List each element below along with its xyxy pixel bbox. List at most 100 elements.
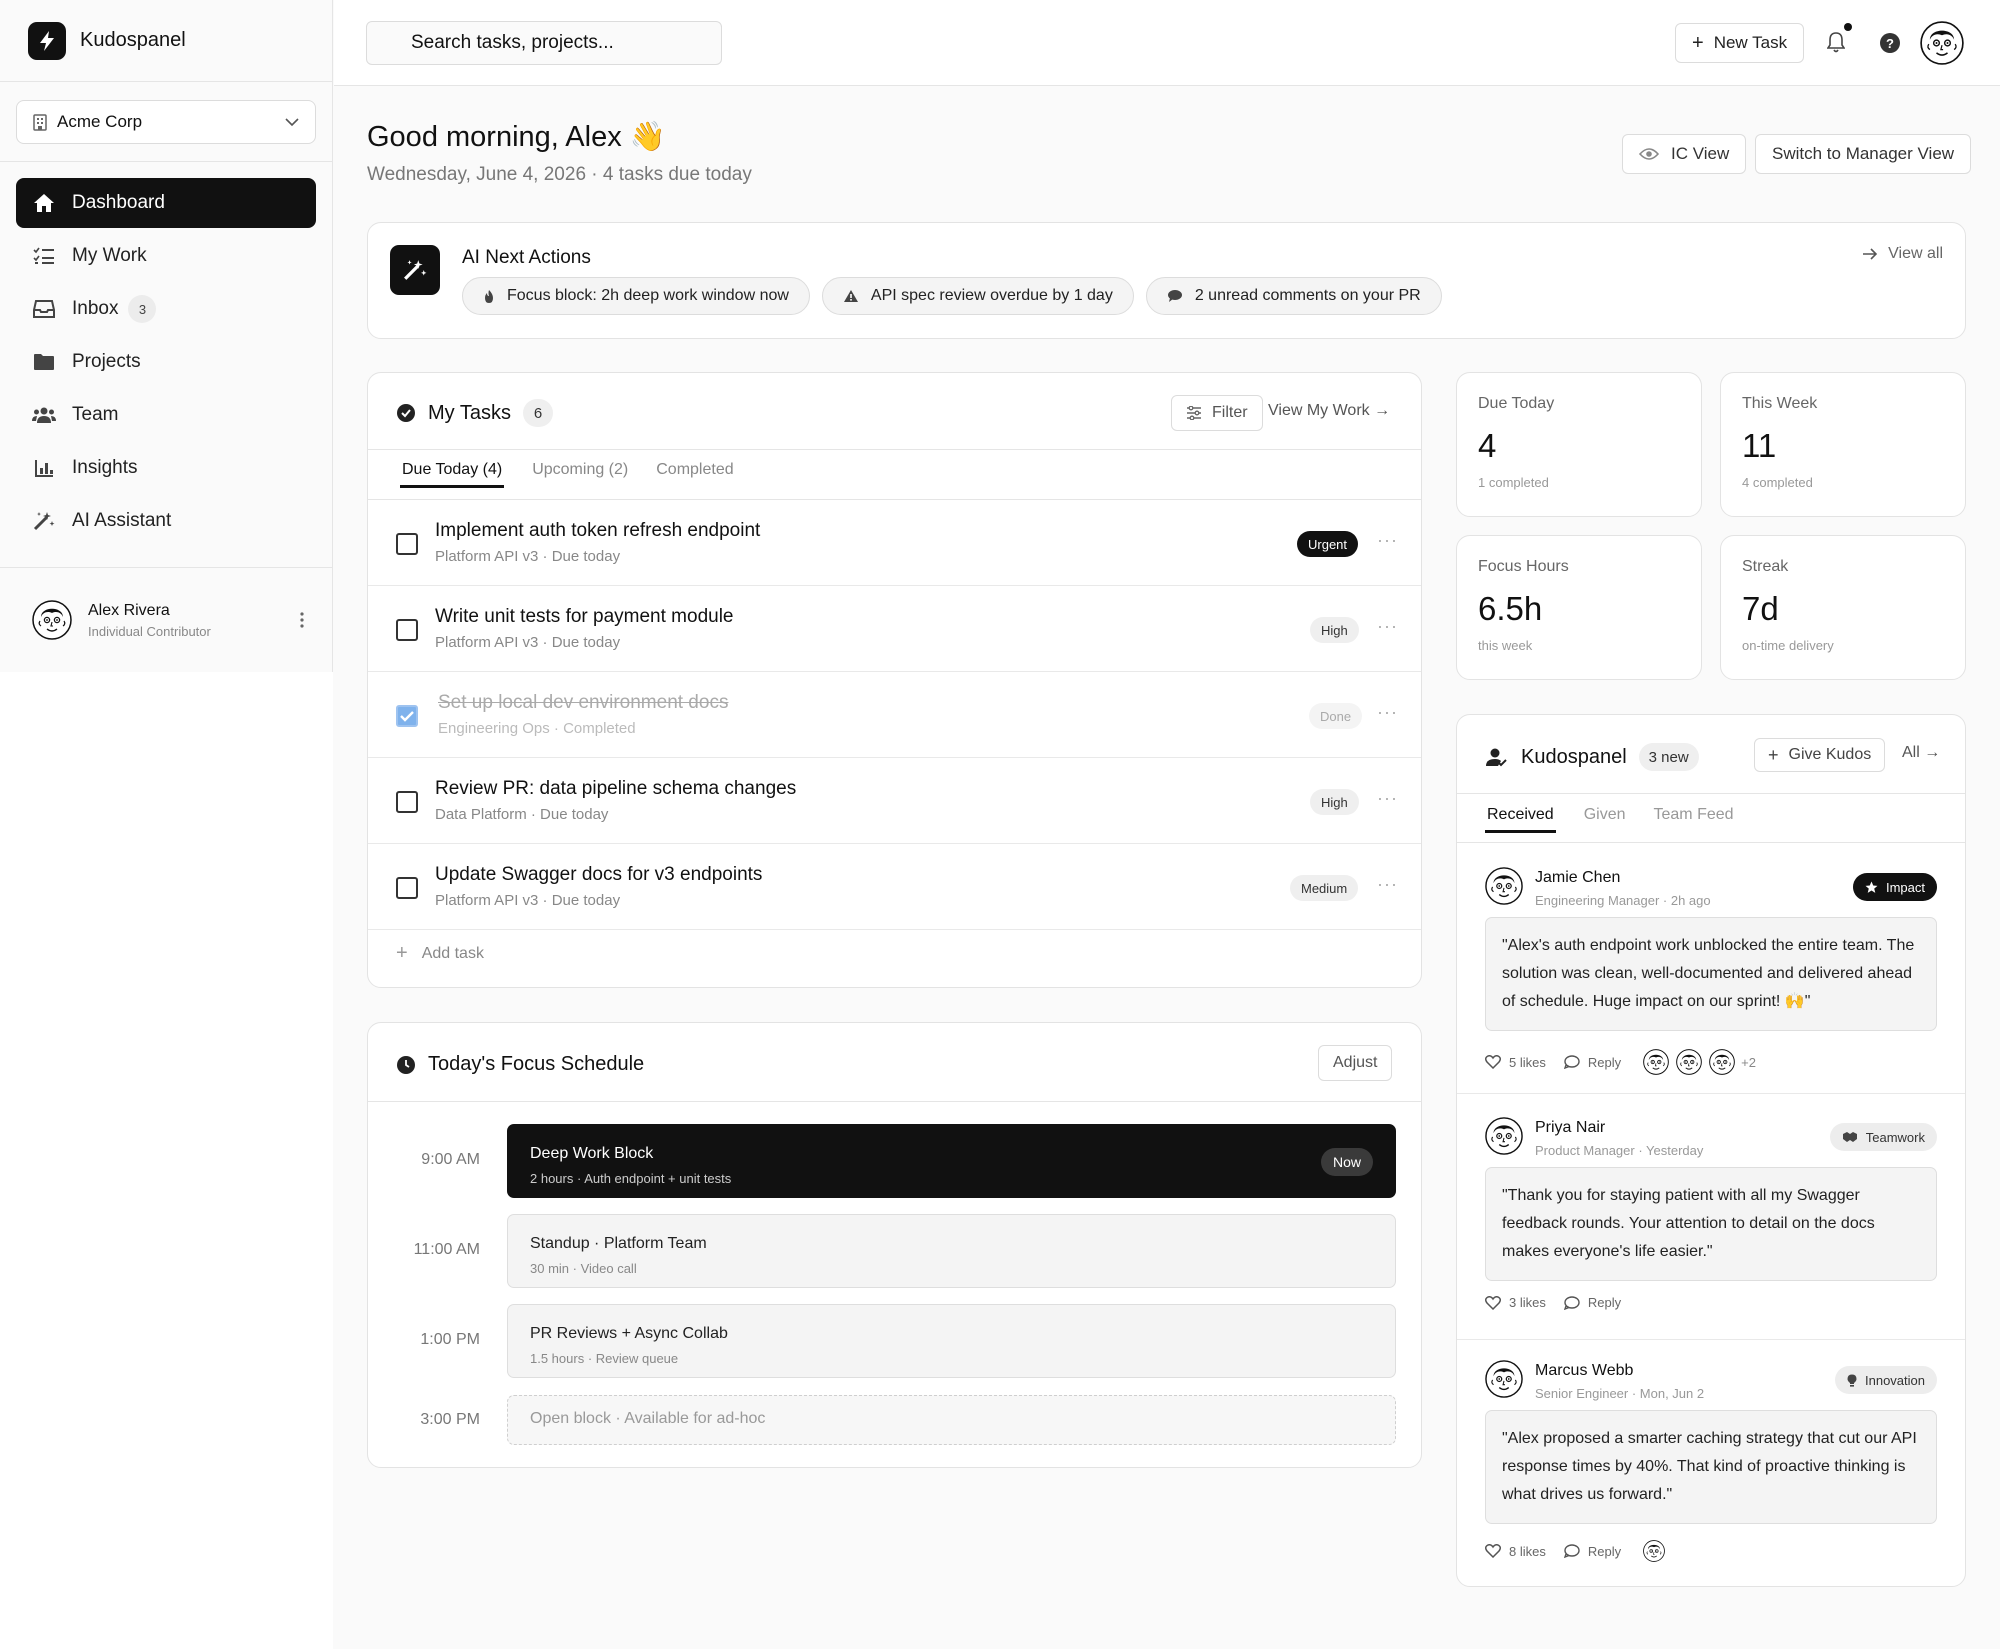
kebab-menu-icon[interactable]	[300, 612, 304, 628]
inbox-count-badge: 3	[128, 295, 157, 323]
more-likers: +2	[1741, 1054, 1756, 1070]
adjust-button[interactable]: Adjust	[1318, 1045, 1393, 1081]
kudos-all-link[interactable]: All →	[1902, 744, 1940, 762]
give-kudos-button[interactable]: + Give Kudos	[1754, 738, 1886, 772]
liker-avatar	[1643, 1540, 1665, 1562]
slot-time: 9:00 AM	[421, 1151, 480, 1168]
stat-label: Focus Hours	[1478, 558, 1569, 575]
nav-item-projects[interactable]: Projects	[16, 337, 316, 387]
tab-given[interactable]: Given	[1584, 806, 1626, 833]
sender-name: Priya Nair	[1535, 1119, 1606, 1136]
view-my-work-link[interactable]: View My Work →	[1268, 402, 1390, 420]
reply-icon[interactable]	[1563, 1295, 1580, 1310]
tab-upcoming[interactable]: Upcoming (2)	[532, 461, 628, 488]
reply-label[interactable]: Reply	[1588, 1544, 1621, 1559]
add-task-button[interactable]: + Add task	[396, 942, 484, 965]
nav-item-ai-assistant[interactable]: AI Assistant	[16, 496, 316, 546]
nav-item-team[interactable]: Team	[16, 390, 316, 440]
slot-time: 11:00 AM	[413, 1241, 480, 1258]
nav-item-my-work[interactable]: My Work	[16, 231, 316, 281]
stat-label: Streak	[1742, 558, 1789, 575]
nav-label: My Work	[72, 245, 147, 266]
user-avatar	[32, 600, 72, 640]
priority-badge: High	[1310, 617, 1359, 643]
plus-icon: +	[1692, 31, 1704, 54]
brand[interactable]: Kudospanel	[0, 0, 332, 82]
workspace-select[interactable]: Acme Corp	[16, 100, 316, 144]
ic-view-label: IC View	[1671, 144, 1730, 163]
users-icon	[32, 406, 56, 424]
heart-icon[interactable]	[1485, 1544, 1501, 1558]
task-title: Update Swagger docs for v3 endpoints	[435, 864, 763, 885]
tab-due-today[interactable]: Due Today (4)	[400, 461, 505, 488]
schedule-block-now[interactable]: Deep Work Block 2 hours · Auth endpoint …	[507, 1124, 1396, 1198]
nav-item-insights[interactable]: Insights	[16, 443, 316, 493]
more-options-icon[interactable]: ···	[1377, 702, 1398, 723]
ai-chip-overdue[interactable]: API spec review overdue by 1 day	[821, 277, 1134, 315]
stat-this-week: This Week 11 4 completed	[1720, 372, 1966, 517]
ai-chip-comments[interactable]: 2 unread comments on your PR	[1145, 277, 1442, 315]
task-row[interactable]: Update Swagger docs for v3 endpoints Pla…	[368, 844, 1421, 930]
task-meta: Platform API v3 · Due today	[435, 892, 621, 909]
schedule-open-block[interactable]: Open block · Available for ad-hoc	[507, 1395, 1396, 1445]
ai-chip-focus-block[interactable]: Focus block: 2h deep work window now	[462, 277, 810, 315]
task-row[interactable]: Set up local dev environment docs Engine…	[368, 672, 1421, 758]
ai-view-all-link[interactable]: View all	[1862, 245, 1943, 263]
task-checkbox[interactable]	[396, 877, 418, 899]
stat-label: This Week	[1742, 395, 1818, 412]
stat-sub: 1 completed	[1478, 475, 1549, 490]
plus-icon: +	[396, 942, 408, 964]
stat-due-today: Due Today 4 1 completed	[1456, 372, 1702, 517]
task-checkbox[interactable]	[396, 619, 418, 641]
search-input[interactable]: Search tasks, projects...	[366, 21, 722, 65]
more-options-icon[interactable]: ···	[1377, 530, 1398, 551]
priority-badge: High	[1310, 789, 1359, 815]
bell-icon[interactable]	[1826, 31, 1846, 58]
reply-label[interactable]: Reply	[1588, 1295, 1621, 1310]
nav-label: Dashboard	[72, 192, 165, 213]
top-avatar[interactable]	[1920, 21, 1964, 65]
task-row[interactable]: Review PR: data pipeline schema changes …	[368, 758, 1421, 844]
nav-label: Inbox	[72, 298, 119, 319]
task-row[interactable]: Implement auth token refresh endpoint Pl…	[368, 500, 1421, 586]
sender-avatar	[1485, 1117, 1523, 1155]
task-row[interactable]: Write unit tests for payment module Plat…	[368, 586, 1421, 672]
ai-next-actions-card: AI Next Actions View all Focus block: 2h…	[367, 222, 1966, 339]
schedule-block[interactable]: PR Reviews + Async Collab 1.5 hours · Re…	[507, 1304, 1396, 1378]
priority-badge: Urgent	[1297, 531, 1359, 557]
help-icon[interactable]: ?	[1880, 33, 1900, 53]
heart-icon[interactable]	[1485, 1295, 1501, 1310]
task-checkbox[interactable]	[396, 533, 418, 555]
main-nav: Dashboard My Work Inbox 3 Projects Team …	[0, 162, 332, 568]
schedule-block[interactable]: Standup · Platform Team 30 min · Video c…	[507, 1214, 1396, 1288]
task-title: Set up local dev environment docs	[438, 692, 729, 713]
heart-icon[interactable]	[1485, 1055, 1501, 1069]
reply-icon[interactable]	[1563, 1055, 1580, 1069]
slot-subtitle: 2 hours · Auth endpoint + unit tests	[530, 1171, 732, 1186]
tab-completed[interactable]: Completed	[656, 461, 733, 488]
task-checkbox[interactable]	[396, 791, 418, 813]
more-options-icon[interactable]: ···	[1377, 788, 1398, 809]
chip-label: Focus block: 2h deep work window now	[507, 287, 789, 304]
ic-view-button[interactable]: IC View	[1622, 134, 1747, 174]
more-options-icon[interactable]: ···	[1377, 874, 1398, 895]
tab-received[interactable]: Received	[1485, 806, 1556, 833]
new-task-label: New Task	[1713, 33, 1788, 52]
user-award-icon	[1485, 747, 1507, 767]
topbar: Search tasks, projects... + New Task ?	[334, 0, 2000, 86]
switch-manager-view-button[interactable]: Switch to Manager View	[1755, 134, 1972, 174]
more-options-icon[interactable]: ···	[1377, 616, 1398, 637]
sliders-icon	[1186, 406, 1202, 420]
reply-label[interactable]: Reply	[1588, 1055, 1621, 1070]
new-task-button[interactable]: + New Task	[1675, 23, 1805, 63]
task-checkbox-checked[interactable]	[396, 705, 418, 727]
reply-icon[interactable]	[1563, 1544, 1580, 1558]
tab-team-feed[interactable]: Team Feed	[1654, 806, 1734, 833]
sender-name: Jamie Chen	[1535, 869, 1621, 886]
nav-item-inbox[interactable]: Inbox 3	[16, 284, 316, 334]
nav-item-dashboard[interactable]: Dashboard	[16, 178, 316, 228]
sender-avatar	[1485, 1360, 1523, 1398]
filter-button[interactable]: Filter	[1171, 395, 1263, 431]
stat-label: Due Today	[1478, 395, 1555, 412]
user-profile[interactable]: Alex Rivera Individual Contributor	[0, 568, 332, 672]
